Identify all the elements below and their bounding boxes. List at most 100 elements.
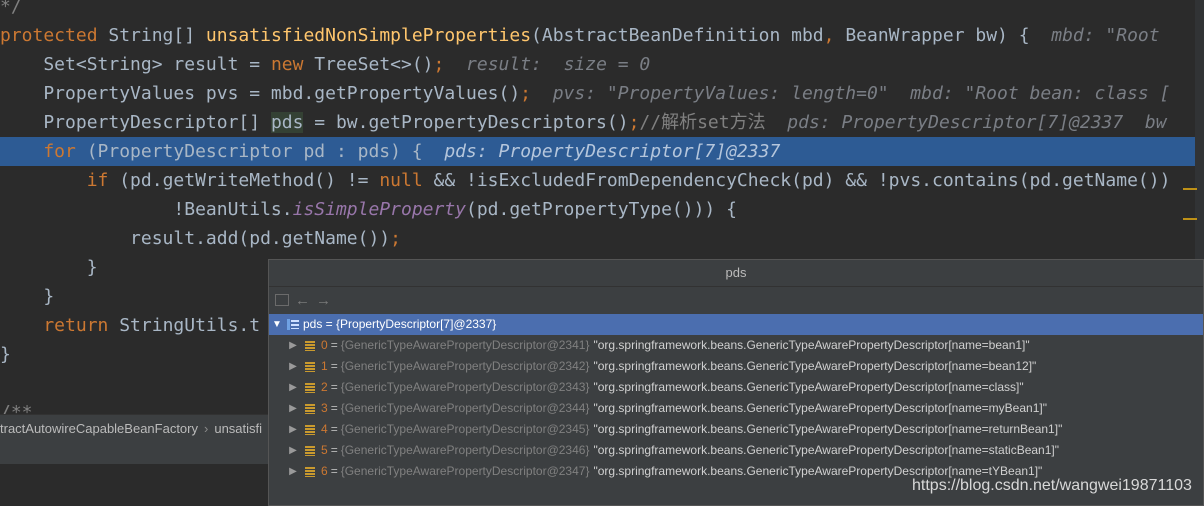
code-line: !BeanUtils.isSimpleProperty(pd.getProper… — [0, 195, 737, 224]
equals-sign: = — [330, 422, 338, 436]
code-text: Set<String> result = — [0, 54, 271, 75]
static-method: isSimpleProperty — [292, 199, 466, 220]
code-text: (pd.getWriteMethod() != — [119, 170, 380, 191]
inline-debug-hint: pvs: "PropertyValues: length=0" mbd: "Ro… — [531, 83, 1171, 104]
code-line-method-signature: protected String[] unsatisfiedNonSimpleP… — [0, 21, 1160, 50]
code-text: result.add(pd.getName()) — [0, 228, 391, 249]
breadcrumb-class[interactable]: tractAutowireCapableBeanFactory — [0, 421, 198, 436]
equals-sign: = — [330, 464, 338, 478]
tree-row[interactable]: ▶ 1 = {GenericTypeAwarePropertyDescriptor@2… — [269, 356, 1203, 377]
code-text: !BeanUtils. — [0, 199, 293, 220]
method-name: unsatisfiedNonSimpleProperties — [205, 25, 532, 46]
row-value: "org.springframework.beans.GenericTypeAw… — [593, 380, 1024, 394]
equals-sign: = — [330, 338, 338, 352]
tree-row[interactable]: ▶ 4 = {GenericTypeAwarePropertyDescriptor@2… — [269, 419, 1203, 440]
equals-sign: = — [330, 380, 338, 394]
row-value: "org.springframework.beans.GenericTypeAw… — [593, 401, 1047, 415]
comment-end: */ — [0, 0, 22, 17]
code-text: PropertyDescriptor[] — [0, 112, 271, 133]
code-line: /** — [0, 398, 33, 414]
highlighted-identifier[interactable]: pds — [270, 112, 304, 133]
inline-debug-hint: pds: PropertyDescriptor[7]@2337 — [422, 141, 781, 162]
field-icon — [305, 340, 315, 351]
tree-root-row[interactable]: ▼ pds = {PropertyDescriptor[7]@2337} — [269, 314, 1203, 335]
code-text: && !isExcludedFromDependencyCheck(pd) &&… — [433, 170, 1171, 191]
row-type: {GenericTypeAwarePropertyDescriptor@2345… — [340, 422, 590, 436]
row-index: 1 — [321, 359, 328, 373]
code-text: (PropertyDescriptor pd : pds) { — [86, 141, 423, 162]
error-stripe-marker[interactable] — [1183, 188, 1197, 190]
equals-sign: = — [330, 443, 338, 457]
layout-icon[interactable] — [275, 294, 289, 306]
tree-row[interactable]: ▶ 3 = {GenericTypeAwarePropertyDescriptor@2… — [269, 398, 1203, 419]
code-text: } — [0, 344, 11, 365]
field-icon — [305, 361, 315, 372]
error-stripe-marker[interactable] — [1183, 218, 1197, 220]
breadcrumb-method[interactable]: unsatisfi — [214, 421, 262, 436]
code-line: } — [0, 282, 54, 311]
row-value: "org.springframework.beans.GenericTypeAw… — [593, 338, 1030, 352]
code-comment: //解析set方法 — [639, 112, 766, 133]
field-icon — [305, 403, 315, 414]
row-index: 2 — [321, 380, 328, 394]
row-value: "org.springframework.beans.GenericTypeAw… — [593, 359, 1037, 373]
row-value: "org.springframework.beans.GenericTypeAw… — [593, 443, 1059, 457]
row-index: 4 — [321, 422, 328, 436]
code-line: */ — [0, 0, 22, 21]
breadcrumb: tractAutowireCapableBeanFactory › unsatisf… — [0, 414, 270, 442]
watermark-url: https://blog.csdn.net/wangwei19871103 — [912, 477, 1192, 494]
row-type: {GenericTypeAwarePropertyDescriptor@2341… — [340, 338, 590, 352]
collapsed-arrow-icon[interactable]: ▶ — [285, 398, 301, 419]
code-line: PropertyDescriptor[] pds = bw.getPropert… — [0, 108, 1167, 137]
inline-debug-hint: mbd: "Root — [1029, 25, 1160, 46]
code-text: } — [0, 257, 98, 278]
code-punct: , — [823, 25, 835, 46]
tool-window-header — [0, 442, 270, 464]
forward-arrow-icon[interactable]: → — [316, 292, 331, 309]
tree-row[interactable]: ▶ 5 = {GenericTypeAwarePropertyDescriptor@2… — [269, 440, 1203, 461]
code-punct: ; — [628, 112, 640, 133]
code-line: Set<String> result = new TreeSet<>(); re… — [0, 50, 650, 79]
code-text: PropertyValues pvs = mbd.getPropertyValu… — [0, 83, 521, 104]
tool-window-area — [0, 442, 270, 506]
collapsed-arrow-icon[interactable]: ▶ — [285, 461, 301, 482]
row-type: {GenericTypeAwarePropertyDescriptor@2343… — [340, 380, 590, 394]
field-icon — [305, 466, 315, 477]
code-text: TreeSet<>() — [314, 54, 434, 75]
keyword: for — [0, 141, 87, 162]
row-type: {GenericTypeAwarePropertyDescriptor@2346… — [340, 443, 590, 457]
keyword: return — [0, 315, 120, 336]
code-line: if (pd.getWriteMethod() != null && !isEx… — [0, 166, 1171, 195]
code-line: return StringUtils.t — [0, 311, 260, 340]
row-index: 0 — [321, 338, 328, 352]
row-type: {GenericTypeAwarePropertyDescriptor@2347… — [340, 464, 590, 478]
collapsed-arrow-icon[interactable]: ▶ — [285, 356, 301, 377]
tree-row[interactable]: ▶ 0 = {GenericTypeAwarePropertyDescriptor@2… — [269, 335, 1203, 356]
inline-debug-hint: pds: PropertyDescriptor[7]@2337 bw — [765, 112, 1167, 133]
root-variable-label: pds = {PropertyDescriptor[7]@2337} — [303, 317, 497, 331]
keyword: new — [270, 54, 315, 75]
collapsed-arrow-icon[interactable]: ▶ — [285, 377, 301, 398]
field-icon — [305, 445, 315, 456]
popup-title: pds — [269, 260, 1203, 287]
collapsed-arrow-icon[interactable]: ▶ — [285, 440, 301, 461]
code-text: (pd.getPropertyType())) { — [466, 199, 737, 220]
code-text: (AbstractBeanDefinition mbd — [531, 25, 824, 46]
equals-sign: = — [330, 401, 338, 415]
current-execution-line: for (PropertyDescriptor pd : pds) { pds:… — [0, 137, 1195, 166]
row-index: 3 — [321, 401, 328, 415]
collapsed-arrow-icon[interactable]: ▶ — [285, 419, 301, 440]
code-line: PropertyValues pvs = mbd.getPropertyValu… — [0, 79, 1170, 108]
expand-arrow-icon[interactable]: ▼ — [269, 314, 285, 335]
tree-row[interactable]: ▶ 2 = {GenericTypeAwarePropertyDescriptor@2… — [269, 377, 1203, 398]
code-punct: ; — [390, 228, 401, 249]
variables-tree[interactable]: ▼ pds = {PropertyDescriptor[7]@2337} ▶ 0 =… — [269, 314, 1203, 482]
code-text: StringUtils.t — [119, 315, 261, 336]
variable-inspector-popup[interactable]: pds ← → ▼ pds = {PropertyDescriptor[7]@2… — [268, 259, 1204, 506]
back-arrow-icon[interactable]: ← — [295, 292, 310, 309]
collapsed-arrow-icon[interactable]: ▶ — [285, 335, 301, 356]
code-text: } — [0, 286, 55, 307]
equals-sign: = — [330, 359, 338, 373]
row-index: 6 — [321, 464, 328, 478]
row-index: 5 — [321, 443, 328, 457]
